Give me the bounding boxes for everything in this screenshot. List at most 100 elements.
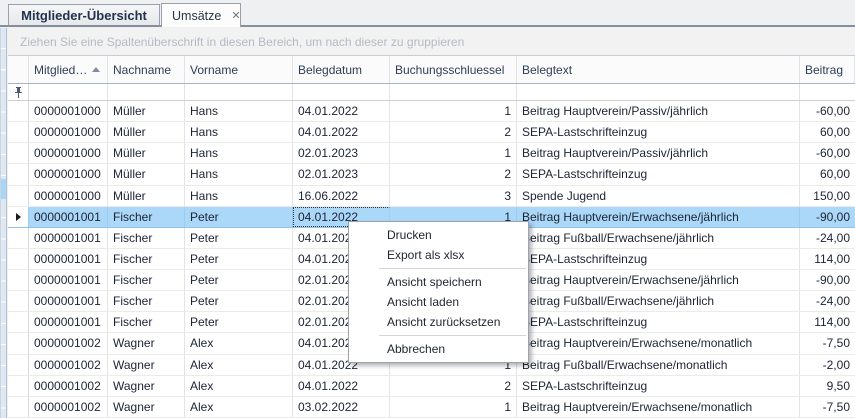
cell-nachname[interactable]: Fischer <box>108 270 185 290</box>
menu-item-drucken[interactable]: Drucken <box>349 225 528 245</box>
menu-item-ansicht-speichern[interactable]: Ansicht speichern <box>349 272 528 292</box>
cell-mitglieds_nr[interactable]: 0000001000 <box>29 101 108 121</box>
cell-mitglieds_nr[interactable]: 0000001002 <box>29 397 108 417</box>
cell-mitglieds_nr[interactable]: 0000001001 <box>29 312 108 332</box>
cell-nachname[interactable]: Fischer <box>108 207 185 227</box>
cell-nachname[interactable]: Fischer <box>108 249 185 269</box>
cell-belegtext[interactable]: SEPA-Lastschrifteinzug <box>517 249 800 269</box>
cell-belegtext[interactable]: Beitrag Hauptverein/Passiv/jährlich <box>517 143 800 163</box>
column-header-nachname[interactable]: Nachname <box>108 56 185 83</box>
cell-mitglieds_nr[interactable]: 0000001001 <box>29 291 108 311</box>
cell-beitrag[interactable]: -7,50 <box>800 397 855 417</box>
cell-mitglieds_nr[interactable]: 0000001000 <box>29 122 108 142</box>
cell-buchungsschluessel[interactable]: 2 <box>390 164 517 184</box>
cell-nachname[interactable]: Fischer <box>108 291 185 311</box>
cell-belegdatum[interactable]: 16.06.2022 <box>293 186 390 206</box>
cell-belegdatum[interactable]: 04.01.2022 <box>293 122 390 142</box>
group-by-panel[interactable]: Ziehen Sie eine Spaltenüberschrift in di… <box>8 28 855 56</box>
cell-beitrag[interactable]: 114,00 <box>800 249 855 269</box>
column-header-vorname[interactable]: Vorname <box>185 56 293 83</box>
cell-mitglieds_nr[interactable]: 0000001002 <box>29 355 108 375</box>
column-header-beitrag[interactable]: Beitrag <box>800 56 855 83</box>
cell-belegdatum[interactable]: 03.02.2022 <box>293 397 390 417</box>
filter-cell-beitrag[interactable] <box>800 84 855 100</box>
cell-belegtext[interactable]: Beitrag Hauptverein/Erwachsene/monatlich <box>517 397 800 417</box>
cell-mitglieds_nr[interactable]: 0000001001 <box>29 270 108 290</box>
cell-buchungsschluessel[interactable]: 3 <box>390 186 517 206</box>
cell-belegdatum[interactable]: 02.01.2023 <box>293 164 390 184</box>
filter-cell-belegtext[interactable] <box>517 84 800 100</box>
filter-cell-belegdatum[interactable] <box>293 84 390 100</box>
cell-nachname[interactable]: Wagner <box>108 355 185 375</box>
cell-belegtext[interactable]: SEPA-Lastschrifteinzug <box>517 312 800 332</box>
cell-beitrag[interactable]: 150,00 <box>800 186 855 206</box>
cell-beitrag[interactable]: -24,00 <box>800 291 855 311</box>
filter-cell-buchungsschluessel[interactable] <box>390 84 517 100</box>
cell-vorname[interactable]: Alex <box>185 376 293 396</box>
cell-vorname[interactable]: Peter <box>185 270 293 290</box>
cell-belegtext[interactable]: Beitrag Hauptverein/Erwachsene/jährlich <box>517 270 800 290</box>
column-header-mitglieds_nr[interactable]: Mitglieds-... <box>29 56 108 83</box>
grid-filter-row[interactable] <box>8 84 855 101</box>
cell-vorname[interactable]: Hans <box>185 122 293 142</box>
cell-beitrag[interactable]: -90,00 <box>800 207 855 227</box>
cell-vorname[interactable]: Peter <box>185 312 293 332</box>
cell-beitrag[interactable]: -60,00 <box>800 101 855 121</box>
cell-vorname[interactable]: Alex <box>185 355 293 375</box>
cell-vorname[interactable]: Peter <box>185 228 293 248</box>
cell-vorname[interactable]: Hans <box>185 101 293 121</box>
cell-vorname[interactable]: Hans <box>185 143 293 163</box>
cell-mitglieds_nr[interactable]: 0000001001 <box>29 249 108 269</box>
cell-mitglieds_nr[interactable]: 0000001000 <box>29 186 108 206</box>
cell-belegtext[interactable]: Beitrag Hauptverein/Erwachsene/monatlich <box>517 333 800 353</box>
column-header-buchungsschluessel[interactable]: Buchungsschluessel <box>390 56 517 83</box>
cell-belegtext[interactable]: Beitrag Fußball/Erwachsene/jährlich <box>517 228 800 248</box>
cell-belegtext[interactable]: SEPA-Lastschrifteinzug <box>517 376 800 396</box>
cell-beitrag[interactable]: 60,00 <box>800 164 855 184</box>
cell-beitrag[interactable]: 114,00 <box>800 312 855 332</box>
cell-vorname[interactable]: Hans <box>185 186 293 206</box>
column-header-belegdatum[interactable]: Belegdatum <box>293 56 390 83</box>
cell-buchungsschluessel[interactable]: 2 <box>390 376 517 396</box>
cell-belegtext[interactable]: Beitrag Fußball/Erwachsene/monatlich <box>517 355 800 375</box>
cell-mitglieds_nr[interactable]: 0000001000 <box>29 143 108 163</box>
filter-cell-vorname[interactable] <box>185 84 293 100</box>
table-row[interactable]: 0000001002WagnerAlex03.02.20221Beitrag H… <box>8 397 855 418</box>
cell-nachname[interactable]: Wagner <box>108 376 185 396</box>
cell-beitrag[interactable]: -2,00 <box>800 355 855 375</box>
cell-beitrag[interactable]: 9,50 <box>800 376 855 396</box>
cell-beitrag[interactable]: -60,00 <box>800 143 855 163</box>
cell-nachname[interactable]: Müller <box>108 101 185 121</box>
close-icon[interactable]: ✕ <box>231 9 240 22</box>
cell-mitglieds_nr[interactable]: 0000001002 <box>29 376 108 396</box>
cell-beitrag[interactable]: -7,50 <box>800 333 855 353</box>
cell-nachname[interactable]: Müller <box>108 164 185 184</box>
tab-umsaetze[interactable]: Umsätze ✕ <box>161 3 241 27</box>
cell-belegtext[interactable]: Beitrag Hauptverein/Passiv/jährlich <box>517 101 800 121</box>
table-row[interactable]: 0000001000MüllerHans04.01.20222SEPA-Last… <box>8 122 855 143</box>
cell-nachname[interactable]: Müller <box>108 122 185 142</box>
cell-nachname[interactable]: Wagner <box>108 333 185 353</box>
menu-item-abbrechen[interactable]: Abbrechen <box>349 339 528 359</box>
cell-vorname[interactable]: Alex <box>185 333 293 353</box>
cell-buchungsschluessel[interactable]: 1 <box>390 101 517 121</box>
cell-vorname[interactable]: Alex <box>185 397 293 417</box>
cell-nachname[interactable]: Müller <box>108 143 185 163</box>
cell-vorname[interactable]: Peter <box>185 207 293 227</box>
cell-vorname[interactable]: Hans <box>185 164 293 184</box>
table-row[interactable]: 0000001000MüllerHans02.01.20232SEPA-Last… <box>8 164 855 185</box>
cell-belegtext[interactable]: Spende Jugend <box>517 186 800 206</box>
cell-buchungsschluessel[interactable]: 1 <box>390 397 517 417</box>
cell-belegdatum[interactable]: 04.01.2022 <box>293 101 390 121</box>
cell-vorname[interactable]: Peter <box>185 249 293 269</box>
cell-mitglieds_nr[interactable]: 0000001002 <box>29 333 108 353</box>
cell-belegdatum[interactable]: 02.01.2023 <box>293 143 390 163</box>
table-row[interactable]: 0000001002WagnerAlex04.01.20222SEPA-Last… <box>8 376 855 397</box>
cell-buchungsschluessel[interactable]: 2 <box>390 122 517 142</box>
cell-beitrag[interactable]: -90,00 <box>800 270 855 290</box>
cell-belegtext[interactable]: SEPA-Lastschrifteinzug <box>517 164 800 184</box>
cell-belegtext[interactable]: Beitrag Hauptverein/Erwachsene/jährlich <box>517 207 800 227</box>
cell-nachname[interactable]: Müller <box>108 186 185 206</box>
cell-belegtext[interactable]: Beitrag Fußball/Erwachsene/jährlich <box>517 291 800 311</box>
cell-nachname[interactable]: Fischer <box>108 312 185 332</box>
